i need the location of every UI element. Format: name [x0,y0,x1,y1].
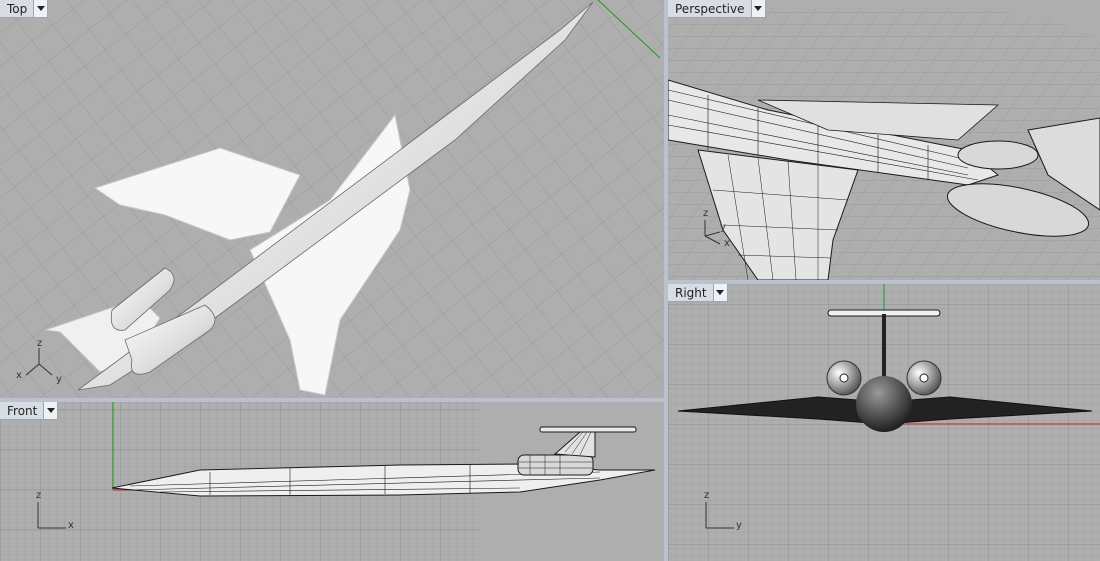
viewport-tab-perspective[interactable]: Perspective [668,0,766,18]
axis-triad-icon: z x [30,490,90,540]
axis-label-x: x [16,370,22,381]
axis-label-x: x [724,238,730,249]
tail-fin-front [882,314,886,384]
tailplane-side [539,426,637,433]
chevron-down-icon[interactable] [33,0,48,17]
axis-label-y: y [720,222,726,233]
viewport-label: Right [675,286,707,300]
viewport-label: Perspective [675,2,745,16]
top-scene [0,0,664,398]
chevron-down-icon[interactable] [750,0,765,17]
axis-label-z: z [37,338,43,349]
viewport-right[interactable]: Right z y [668,284,1100,561]
viewport-top[interactable]: Top z x y [0,0,664,398]
viewport-tab-top[interactable]: Top [0,0,49,18]
axis-label-z: z [703,208,709,219]
fuselage-front [856,376,912,432]
axis-label-y: y [736,520,742,531]
viewport-label: Top [7,2,28,16]
viewport-perspective[interactable]: Perspective z x y [668,0,1100,280]
engine-mesh-2 [957,140,1039,170]
axis-label-z: z [704,490,710,501]
axis-label-y: y [56,374,62,385]
axis-label-z: z [36,490,42,501]
axis-triad-icon: z y [698,490,758,540]
front-scene [0,402,664,561]
viewport-tab-right[interactable]: Right [668,284,728,302]
viewport-front[interactable]: Front z x [0,402,664,561]
chevron-down-icon[interactable] [712,284,727,301]
axis-triad-icon: z x y [14,338,74,388]
engine-side [517,454,594,476]
chevron-down-icon[interactable] [43,402,58,419]
axis-label-x: x [68,520,74,531]
axis-triad-icon: z x y [680,208,740,258]
viewport-label: Front [7,404,38,418]
viewport-tab-front[interactable]: Front [0,402,59,420]
